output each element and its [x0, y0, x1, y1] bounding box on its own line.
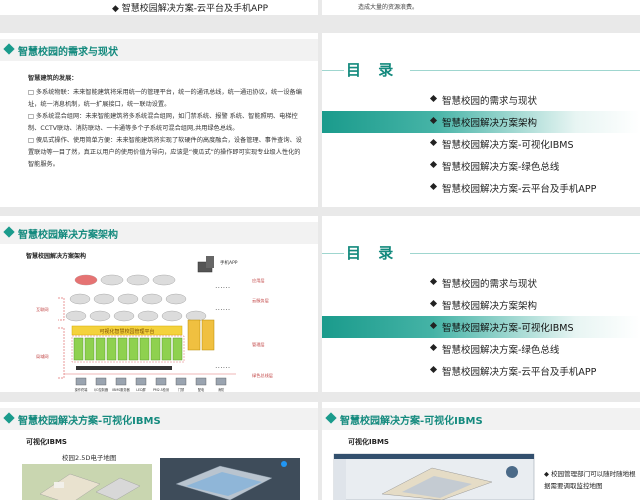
toc-item-label: 智慧校园解决方案-绿色总线: [442, 345, 560, 356]
diamond-icon: [429, 116, 438, 125]
diamond-icon: [429, 277, 438, 286]
toc-item-active[interactable]: 智慧校园解决方案架构: [322, 111, 640, 133]
toc-item[interactable]: 智慧校园解决方案-可视化IBMS: [322, 133, 640, 155]
divider: [322, 253, 640, 254]
toc-item-label: 智慧校园解决方案-可视化IBMS: [442, 140, 574, 151]
svg-text:PM2.5检测: PM2.5检测: [153, 387, 169, 392]
slide-note: 造成大量的资源浪费。: [358, 4, 419, 11]
svg-text:门禁: 门禁: [178, 387, 185, 392]
toc-item-label: 智慧校园解决方案-云平台及手机APP: [442, 367, 597, 378]
toc-item[interactable]: 智慧校园解决方案-云平台及手机APP: [322, 177, 640, 199]
svg-text:......: ......: [215, 281, 230, 290]
svg-text:配电: 配电: [198, 387, 205, 392]
diamond-icon: [429, 94, 438, 103]
platform-label: 可视化智慧校园管理平台: [99, 328, 154, 335]
divider: [322, 70, 640, 71]
slide-7[interactable]: 智慧校园解决方案-可视化IBMS 可视化IBMS 校园2.5D电子地图: [0, 402, 318, 500]
toc-item-app: ◆ 智慧校园解决方案-云平台及手机APP: [112, 4, 269, 14]
left-label-lan: 局域网: [36, 353, 49, 360]
slide-8[interactable]: 智慧校园解决方案-可视化IBMS 可视化IBMS ◆ 校园管理部门可以随时随地根…: [322, 402, 640, 500]
diamond-icon: [429, 138, 438, 147]
toc-item-label: 智慧校园解决方案-绿色总线: [442, 162, 560, 173]
toc-item-active[interactable]: 智慧校园解决方案-可视化IBMS: [322, 316, 640, 338]
diamond-icon: [429, 160, 438, 169]
bullet-point: ◆ 校园管理部门可以随时随地根据需要调取监控地图: [544, 470, 636, 490]
slide-2[interactable]: 造成大量的资源浪费。: [322, 0, 640, 15]
slide-5[interactable]: 智慧校园解决方案架构 智慧校园解决方案架构 可视化智慧校园管理平台 ......…: [0, 216, 318, 392]
section-subtitle: 智慧建筑的发展：: [28, 75, 78, 82]
diamond-icon: [429, 321, 438, 330]
slide-4-toc[interactable]: 目 录 智慧校园的需求与现状 智慧校园解决方案架构 智慧校园解决方案-可视化IB…: [322, 33, 640, 207]
cloud-highlight: [75, 275, 97, 285]
right-label-app: 应用层: [252, 277, 265, 284]
svg-text:操作终端: 操作终端: [75, 387, 89, 392]
paragraph: □ 多系统物联：未来智能建筑将采用统一的管理平台，统一的通讯总线，统一通迅协议，…: [28, 89, 302, 108]
paragraph-text: 多系统混合组网：未来智能建筑将多系统混合组网，如门禁系统、报警 系统、智能照明、…: [28, 113, 298, 132]
svg-text:......: ......: [215, 303, 230, 312]
diamond-icon: [429, 365, 438, 374]
left-label-internet: 互联网: [36, 306, 49, 313]
toc-item-label: 智慧校园解决方案架构: [442, 118, 538, 129]
diamond-icon: [429, 343, 438, 352]
right-label-manage: 管理层: [252, 341, 265, 348]
paragraph: □ 多系统混合组网：未来智能建筑将多系统混合组网，如门禁系统、报警 系统、智能照…: [28, 113, 298, 132]
campus-map-images: [22, 458, 300, 500]
slide-header: 智慧校园的需求与现状: [0, 39, 318, 61]
toc-item[interactable]: 智慧校园的需求与现状: [322, 272, 640, 294]
slide-3[interactable]: 智慧校园的需求与现状 智慧建筑的发展： □ 多系统物联：未来智能建筑将采用统一的…: [0, 33, 318, 207]
slide-1[interactable]: ◆ 智慧校园解决方案-云平台及手机APP: [0, 0, 318, 15]
toc-item-label: 智慧校园的需求与现状: [442, 279, 538, 290]
toc-item-label: 智慧校园的需求与现状: [442, 96, 538, 107]
toc-item-label: 智慧校园解决方案架构: [442, 301, 538, 312]
toc-list: 智慧校园的需求与现状 智慧校园解决方案架构 智慧校园解决方案-可视化IBMS 智…: [322, 272, 640, 382]
diamond-icon: [429, 299, 438, 308]
top-label: 手机APP: [220, 259, 238, 266]
paragraph-text: 傻瓜式操作、使用简单方便：未来智能建筑将实现了软硬件的高度融合，设备管理、事件查…: [28, 137, 302, 168]
toc-item[interactable]: 智慧校园解决方案-绿色总线: [322, 155, 640, 177]
slide-body: 智慧建筑的发展： □ 多系统物联：未来智能建筑将采用统一的管理平台，统一的通讯总…: [28, 73, 306, 171]
device-labels: 操作终端 I/O控制器 IBMS服务器 LED屏 PM2.5检测 门禁 配电 消防: [75, 387, 225, 392]
right-label-bus: 绿色总线层: [252, 372, 273, 379]
svg-text:LED屏: LED屏: [136, 388, 146, 392]
svg-text:I/O控制器: I/O控制器: [94, 387, 109, 392]
toc-item[interactable]: 智慧校园解决方案架构: [322, 294, 640, 316]
toc-item-app-label: 智慧校园解决方案-云平台及手机APP: [121, 4, 269, 14]
toc-item[interactable]: 智慧校园解决方案-云平台及手机APP: [322, 360, 640, 382]
toc-item-label: 智慧校园解决方案-云平台及手机APP: [442, 184, 597, 195]
slide-6-toc[interactable]: 目 录 智慧校园的需求与现状 智慧校园解决方案架构 智慧校园解决方案-可视化IB…: [322, 216, 640, 392]
svg-text:IBMS服务器: IBMS服务器: [112, 387, 130, 392]
paragraph-text: 多系统物联：未来智能建筑将采用统一的管理平台，统一的通讯总线，统一通迅协议，统一…: [28, 89, 302, 108]
bullet-text: 校园管理部门可以随时随地根据需要调取监控地图: [544, 470, 636, 490]
paragraph: □ 傻瓜式操作、使用简单方便：未来智能建筑将实现了软硬件的高度融合，设备管理、事…: [28, 137, 302, 168]
svg-text:消防: 消防: [218, 387, 225, 392]
toc-list: 智慧校园的需求与现状 智慧校园解决方案架构 智慧校园解决方案-可视化IBMS 智…: [322, 89, 640, 199]
module-blocks: [73, 337, 183, 361]
diamond-icon: [429, 182, 438, 191]
svg-text:......: ......: [215, 361, 230, 370]
slide-title: 智慧校园的需求与现状: [18, 47, 118, 58]
device-icons: [75, 377, 227, 386]
right-label-cloud: 云服务层: [252, 297, 269, 304]
diamond-icon: [3, 43, 15, 55]
toc-item-label: 智慧校园解决方案-可视化IBMS: [442, 323, 574, 334]
toc-item[interactable]: 智慧校园解决方案-绿色总线: [322, 338, 640, 360]
architecture-diagram: 可视化智慧校园管理平台 ...... ...... ...... 手机APP 操…: [36, 256, 273, 392]
toc-item[interactable]: 智慧校园的需求与现状: [322, 89, 640, 111]
